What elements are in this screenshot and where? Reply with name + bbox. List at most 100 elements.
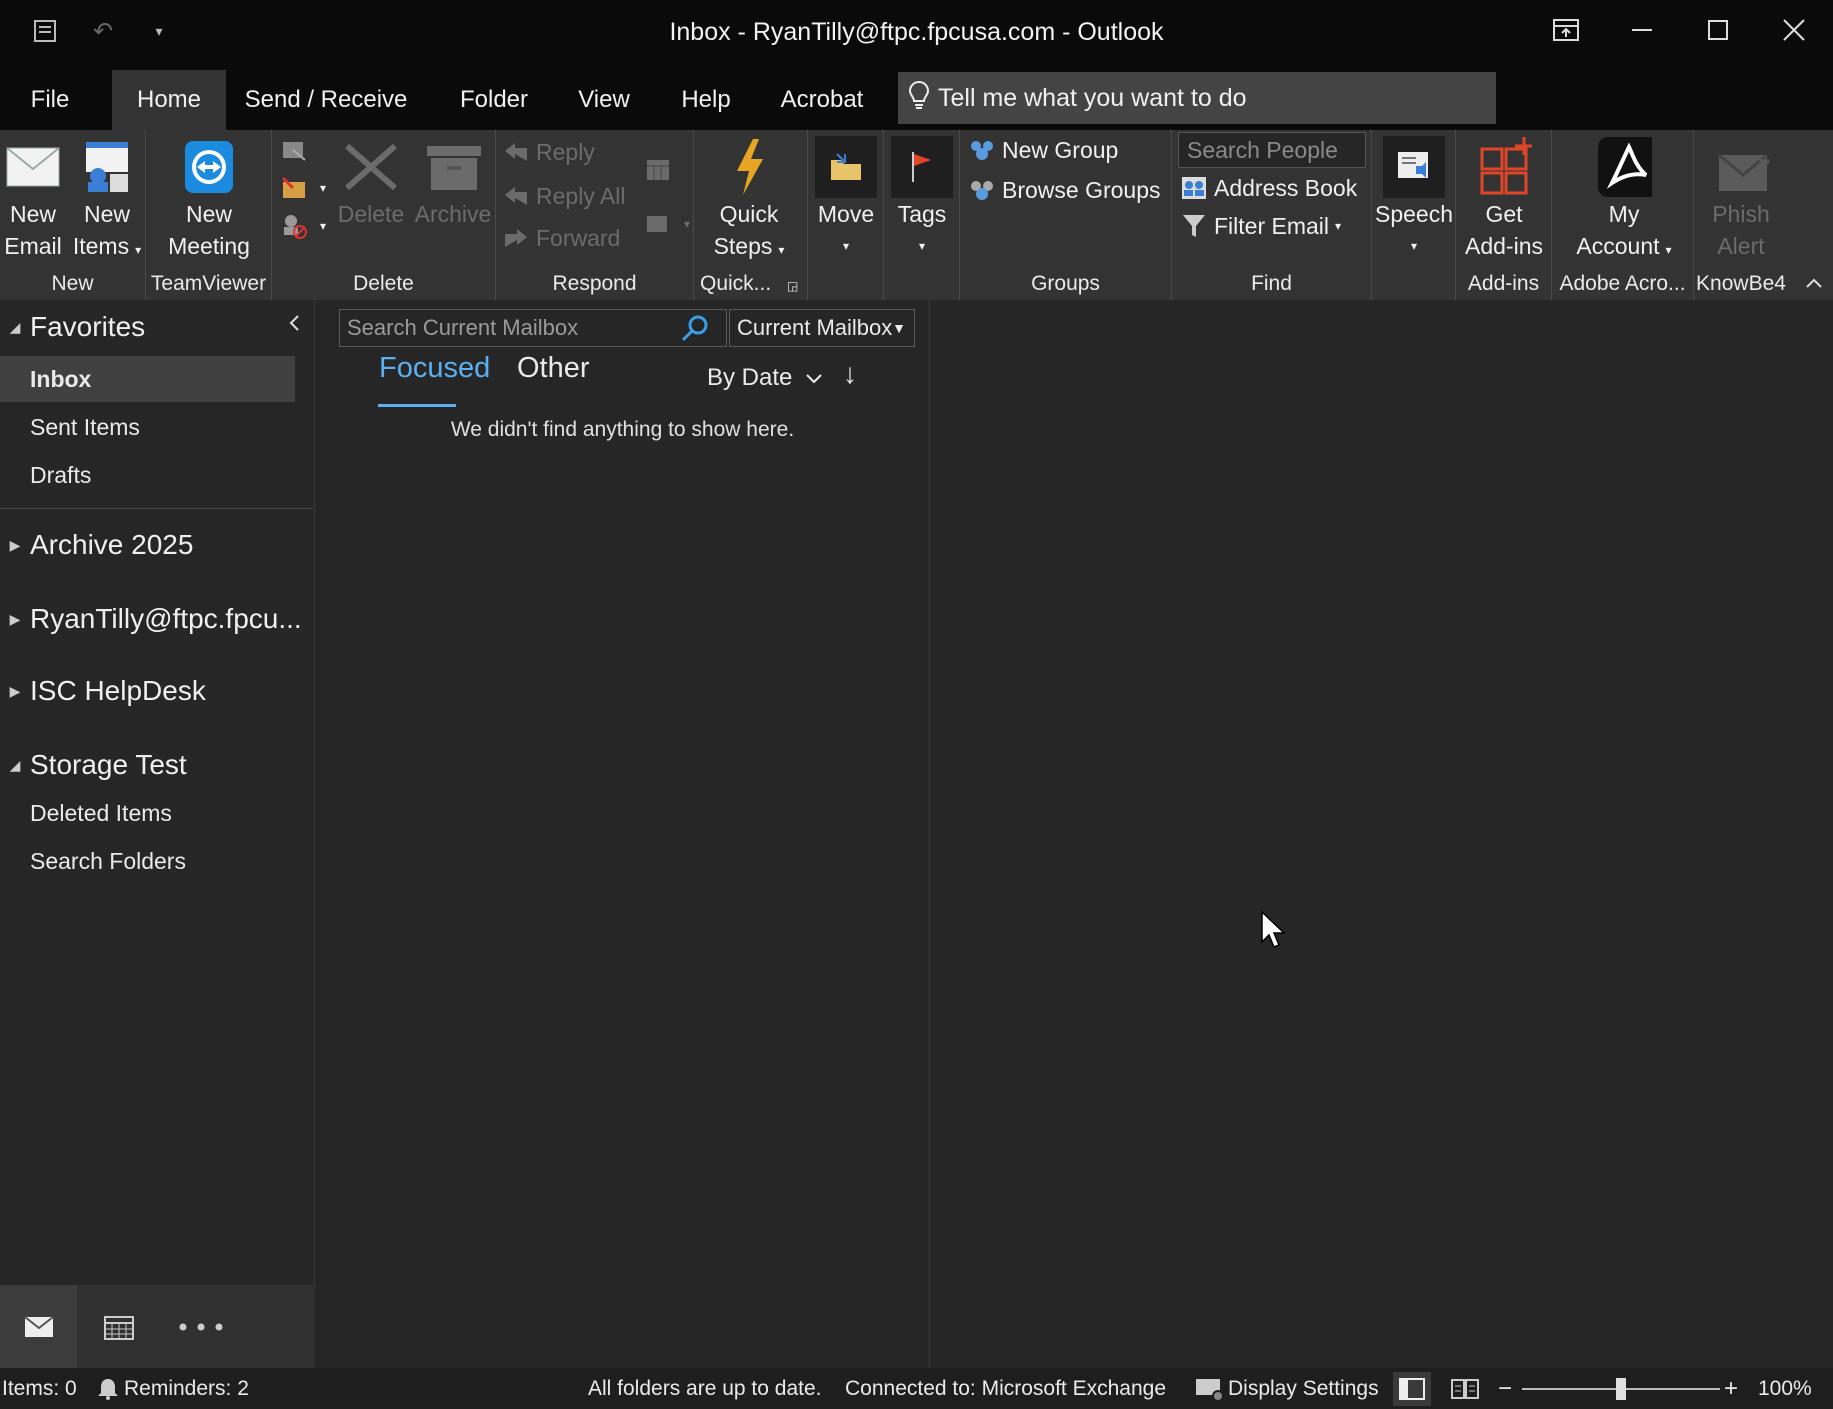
browse-groups-button[interactable]: Browse Groups xyxy=(968,176,1161,204)
move-folder-icon xyxy=(815,136,877,198)
zoom-slider-thumb[interactable] xyxy=(1616,1378,1626,1400)
adobe-acrobat-icon xyxy=(1596,136,1652,198)
junk-button[interactable]: ▾ xyxy=(280,212,326,240)
tab-other[interactable]: Other xyxy=(517,352,590,385)
customize-quick-access-icon[interactable]: ▾ xyxy=(140,14,178,48)
tab-file[interactable]: File xyxy=(10,70,90,130)
reply-icon xyxy=(502,138,530,166)
collapsed-triangle-icon: ▶ xyxy=(9,610,21,627)
touch-mode-icon[interactable] xyxy=(26,14,64,48)
status-bar: Items: 0 Reminders: 2 All folders are up… xyxy=(0,1368,1833,1409)
folder-drafts[interactable]: Drafts xyxy=(0,452,315,498)
reading-view-icon[interactable] xyxy=(1446,1372,1484,1406)
search-icon[interactable] xyxy=(677,312,713,344)
minimize-icon[interactable] xyxy=(1604,0,1680,60)
group-label-teamviewer: TeamViewer xyxy=(150,272,267,295)
phish-alert-button[interactable]: Phish Alert xyxy=(1698,136,1784,262)
tell-me-search[interactable]: Tell me what you want to do xyxy=(898,72,1496,124)
account-archive-2025[interactable]: ▶ Archive 2025 xyxy=(0,520,315,570)
maximize-icon[interactable] xyxy=(1680,0,1756,60)
forward-icon xyxy=(502,224,530,252)
tab-view[interactable]: View xyxy=(564,70,644,130)
new-items-button[interactable]: New Items ▾ xyxy=(72,136,142,266)
archive-button[interactable]: Archive xyxy=(414,136,492,230)
ignore-icon xyxy=(280,136,308,164)
group-label-quick-steps: Quick... xyxy=(700,272,772,295)
new-group-icon xyxy=(968,136,996,164)
new-meeting-button[interactable]: New Meeting xyxy=(164,136,254,262)
reply-all-button[interactable]: Reply All xyxy=(502,182,625,210)
phish-hook-icon xyxy=(1713,136,1769,198)
group-label-find: Find xyxy=(1251,272,1292,295)
mail-icon[interactable] xyxy=(0,1285,77,1368)
zoom-out-icon[interactable]: − xyxy=(1498,1368,1512,1409)
folder-deleted-items[interactable]: Deleted Items xyxy=(0,790,315,836)
module-switcher xyxy=(0,1285,315,1368)
tab-acrobat[interactable]: Acrobat xyxy=(772,70,872,130)
collapse-ribbon-icon[interactable] xyxy=(1800,270,1828,296)
close-icon[interactable] xyxy=(1756,0,1832,60)
expanded-triangle-icon: ◢ xyxy=(9,756,21,773)
display-settings-button[interactable]: Display Settings xyxy=(1194,1368,1379,1409)
move-button[interactable]: Move ▾ xyxy=(813,136,879,262)
my-account-button[interactable]: My Account ▾ xyxy=(1574,136,1674,266)
get-addins-button[interactable]: Get Add-ins xyxy=(1462,136,1546,262)
quick-steps-button[interactable]: Quick Steps ▾ xyxy=(704,136,794,266)
reply-all-icon xyxy=(502,182,530,210)
account-ryantilly[interactable]: ▶ RyanTilly@ftpc.fpcu... xyxy=(0,594,315,644)
tags-button[interactable]: Tags ▾ xyxy=(889,136,955,262)
account-storage-test[interactable]: ◢ Storage Test xyxy=(0,740,315,790)
zoom-level[interactable]: 100% xyxy=(1758,1368,1812,1409)
dialog-launcher-icon[interactable]: ◲ xyxy=(787,279,798,293)
more-respond-button[interactable]: ▾ xyxy=(644,210,690,238)
calendar-icon[interactable] xyxy=(80,1285,157,1368)
tab-focused[interactable]: Focused xyxy=(379,352,490,385)
tab-send-receive[interactable]: Send / Receive xyxy=(238,70,414,130)
teamviewer-icon xyxy=(181,136,237,198)
account-isc-helpdesk[interactable]: ▶ ISC HelpDesk xyxy=(0,666,315,716)
new-group-button[interactable]: New Group xyxy=(968,136,1118,164)
filter-email-button[interactable]: Filter Email ▾ xyxy=(1180,212,1341,240)
sort-direction-arrow-icon[interactable]: ↓ xyxy=(843,358,857,390)
sort-by-dropdown[interactable]: By Date xyxy=(707,364,823,392)
reply-button[interactable]: Reply xyxy=(502,138,595,166)
undo-icon[interactable]: ↶ xyxy=(84,14,122,48)
meeting-reply-button[interactable] xyxy=(644,156,678,184)
tab-help[interactable]: Help xyxy=(666,70,746,130)
ribbon-group-quick-steps: Quick Steps ▾ Quick... ◲ xyxy=(694,130,808,300)
read-aloud-icon xyxy=(1383,136,1445,198)
clean-up-button[interactable]: ▾ xyxy=(280,174,326,202)
ribbon-group-move: Move ▾ xyxy=(808,130,884,300)
address-book-button[interactable]: Address Book xyxy=(1180,174,1357,202)
folder-inbox[interactable]: Inbox xyxy=(0,356,295,402)
ribbon-group-respond: Reply Reply All Forward ▾ Respond xyxy=(496,130,694,300)
minimize-folder-pane-icon[interactable] xyxy=(282,310,306,336)
ignore-button[interactable] xyxy=(280,136,314,164)
search-scope-dropdown[interactable]: Current Mailbox ▼ xyxy=(729,309,915,347)
tab-home[interactable]: Home xyxy=(112,70,226,130)
delete-button[interactable]: Delete xyxy=(332,136,410,230)
speech-button[interactable]: Speech ▾ xyxy=(1374,136,1454,262)
folder-pane: ◢ Favorites Inbox Sent Items Drafts ▶ Ar… xyxy=(0,300,315,1368)
search-people-input[interactable]: Search People xyxy=(1178,132,1366,168)
ribbon-group-adobe: My Account ▾ Adobe Acro... xyxy=(1552,130,1694,300)
mouse-pointer-icon xyxy=(1260,910,1286,955)
new-items-icon xyxy=(79,136,135,198)
tab-folder[interactable]: Folder xyxy=(444,70,544,130)
group-label-delete: Delete xyxy=(353,272,414,295)
group-label-respond: Respond xyxy=(552,272,637,295)
folder-sent-items[interactable]: Sent Items xyxy=(0,404,315,450)
favorites-header[interactable]: ◢ Favorites xyxy=(0,302,315,352)
new-email-button[interactable]: New Email xyxy=(2,136,64,262)
zoom-in-icon[interactable]: + xyxy=(1724,1368,1738,1409)
normal-view-icon[interactable] xyxy=(1393,1372,1431,1406)
folder-search-folders[interactable]: Search Folders xyxy=(0,838,315,884)
more-apps-icon[interactable] xyxy=(162,1285,239,1368)
forward-button[interactable]: Forward xyxy=(502,224,620,252)
search-mailbox-input[interactable]: Search Current Mailbox xyxy=(339,309,727,347)
ribbon-display-options-icon[interactable] xyxy=(1528,0,1604,60)
expanded-triangle-icon: ◢ xyxy=(9,318,21,335)
flag-icon xyxy=(891,136,953,198)
reading-pane xyxy=(931,300,1833,1368)
reminders-button[interactable]: Reminders: 2 xyxy=(96,1368,249,1409)
